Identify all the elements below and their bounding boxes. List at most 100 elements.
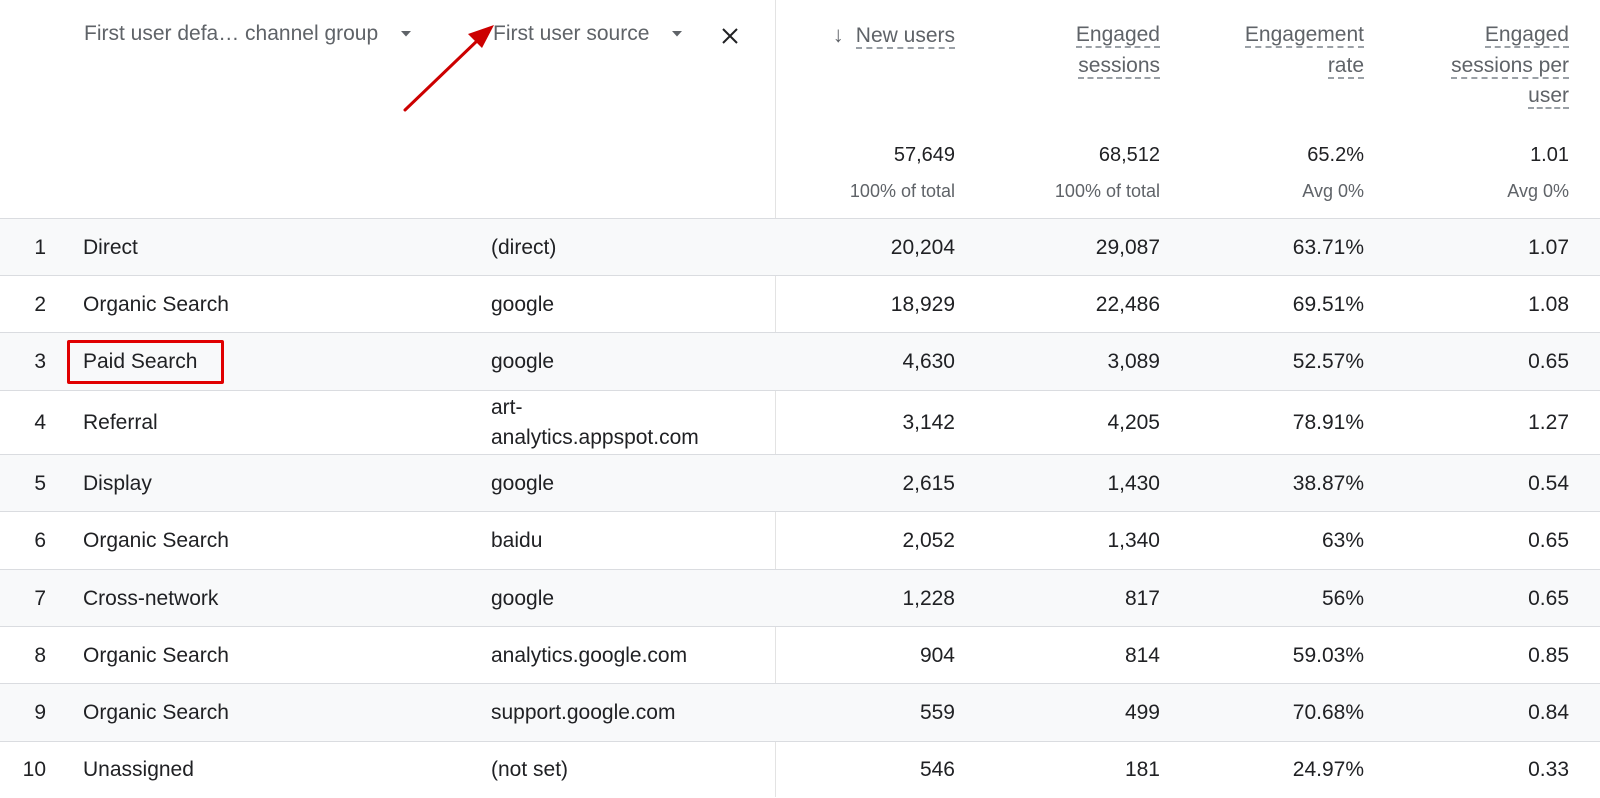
- secondary-dimension-selector[interactable]: First user source: [493, 22, 683, 46]
- source-cell: google: [491, 350, 555, 373]
- table-row[interactable]: 6 Organic Search baidu 2,052 1,340 63% 0.65: [0, 511, 1600, 570]
- metric-value-cell: 2,052: [902, 529, 955, 552]
- source-cell: art-analytics.appspot.com: [491, 391, 761, 455]
- metric-value-cell: 38.87%: [1292, 471, 1364, 495]
- metric-value-cell: 1.08: [1528, 292, 1569, 316]
- row-index: 9: [34, 701, 46, 724]
- dropdown-arrow-icon: [672, 31, 683, 37]
- source-cell: google: [491, 471, 555, 495]
- metric-total-subtext: 100% of total: [849, 181, 955, 201]
- metric-value-cell: 63.71%: [1292, 235, 1364, 259]
- metric-header-text: user: [1528, 84, 1569, 109]
- row-index: 1: [34, 235, 46, 259]
- primary-dimension-selector[interactable]: First user defa… channel group: [84, 22, 412, 46]
- metric-value-cell: 24.97%: [1292, 758, 1364, 781]
- metric-total: 65.2%: [1307, 144, 1364, 166]
- metric-header-line: Engaged: [1379, 20, 1569, 51]
- metric-value-cell: 69.51%: [1292, 292, 1364, 316]
- table-row[interactable]: 7 Cross-network google 1,228 817 56% 0.65: [0, 569, 1600, 627]
- metric-value-cell: 814: [1124, 643, 1160, 667]
- metric-value-cell: 0.54: [1528, 471, 1569, 495]
- channel-group-cell: Organic Search: [83, 643, 229, 667]
- row-index: 4: [34, 411, 46, 434]
- sort-descending-icon[interactable]: ↓: [833, 22, 844, 47]
- metric-value-cell: 0.33: [1528, 758, 1569, 781]
- metric-value-cell: 0.65: [1528, 350, 1569, 373]
- metric-value-cell: 0.84: [1528, 701, 1569, 724]
- metric-value-cell: 0.85: [1528, 643, 1569, 667]
- table-row[interactable]: 1 Direct (direct) 20,204 29,087 63.71% 1.07: [0, 218, 1600, 276]
- metric-value-cell: 70.68%: [1292, 701, 1364, 724]
- row-index: 7: [34, 586, 46, 610]
- source-cell: (not set): [491, 758, 569, 781]
- red-arrow-annotation: [403, 25, 494, 112]
- metric-header-line: Engagement: [1174, 20, 1364, 51]
- table-row[interactable]: 5 Display google 2,615 1,430 38.87% 0.54: [0, 454, 1600, 512]
- metric-header-0[interactable]: ↓ New users: [765, 20, 955, 52]
- channel-group-cell: Direct: [83, 235, 138, 259]
- metric-total-subtext: 100% of total: [1054, 181, 1160, 201]
- metric-value-cell: 78.91%: [1292, 411, 1364, 434]
- metric-header-3[interactable]: Engaged sessions per user: [1379, 20, 1569, 112]
- metric-total: 1.01: [1530, 144, 1569, 166]
- metric-header-text: rate: [1327, 53, 1364, 79]
- channel-group-cell: Organic Search: [83, 701, 229, 724]
- metric-header-line: sessions: [970, 51, 1160, 82]
- metric-value-cell: 3,142: [902, 411, 955, 434]
- metric-total-subtext: Avg 0%: [1302, 181, 1364, 201]
- metric-total-subtext: Avg 0%: [1507, 181, 1569, 201]
- metric-value-cell: 29,087: [1095, 235, 1160, 259]
- table-row[interactable]: 3 Paid Search google 4,630 3,089 52.57% 0.65: [0, 332, 1600, 391]
- metric-header-text: Engaged: [1075, 23, 1160, 48]
- report-table: First user defa… channel group First use…: [0, 0, 1600, 797]
- metric-value-cell: 63%: [1321, 529, 1364, 552]
- table-row[interactable]: 8 Organic Search analytics.google.com 904 81…: [0, 626, 1600, 684]
- row-index: 10: [22, 758, 46, 781]
- channel-group-cell: Referral: [83, 411, 158, 434]
- metric-header-text: sessions: [1078, 53, 1160, 79]
- secondary-dimension-label: First user source: [493, 22, 650, 45]
- row-index: 8: [34, 643, 46, 667]
- metric-value-cell: 56%: [1321, 586, 1364, 610]
- metric-value-cell: 59.03%: [1292, 643, 1364, 667]
- metric-total: 68,512: [1098, 144, 1160, 166]
- metric-value-cell: 559: [919, 701, 955, 724]
- table-row[interactable]: 4 Referral art-analytics.appspot.com 3,142 4…: [0, 390, 1600, 455]
- table-row[interactable]: 10 Unassigned (not set) 546 181 24.97% 0.33: [0, 741, 1600, 798]
- metric-value-cell: 817: [1124, 586, 1160, 610]
- table-row[interactable]: 9 Organic Search support.google.com 559 499 7…: [0, 683, 1600, 742]
- metric-value-cell: 0.65: [1528, 529, 1569, 552]
- source-cell: google: [491, 586, 555, 610]
- metric-value-cell: 1,228: [902, 586, 955, 610]
- metric-value-cell: 4,630: [902, 350, 955, 373]
- metric-value-cell: 499: [1124, 701, 1160, 724]
- remove-secondary-dimension-close-icon[interactable]: [718, 24, 742, 48]
- highlight-box-annotation: [67, 340, 224, 384]
- table-row[interactable]: 2 Organic Search google 18,929 22,486 69.51% 1…: [0, 275, 1600, 333]
- metric-value-cell: 20,204: [890, 235, 955, 259]
- metric-header-line: ↓ New users: [765, 20, 955, 52]
- metric-header-text: sessions per: [1451, 53, 1569, 79]
- metric-header-text: New users: [855, 24, 955, 49]
- metric-header-2[interactable]: Engagement rate: [1174, 20, 1364, 81]
- metric-value-cell: 3,089: [1107, 350, 1160, 373]
- metric-value-cell: 0.65: [1528, 586, 1569, 610]
- channel-group-cell: Display: [83, 471, 152, 495]
- metric-total: 57,649: [893, 144, 955, 166]
- metric-value-cell: 52.57%: [1292, 350, 1364, 373]
- source-cell-line: analytics.appspot.com: [491, 426, 699, 449]
- metric-value-cell: 2,615: [902, 471, 955, 495]
- row-index: 5: [34, 471, 46, 495]
- source-cell: google: [491, 292, 555, 316]
- metric-value-cell: 18,929: [890, 292, 955, 316]
- channel-group-cell: Organic Search: [83, 529, 229, 552]
- metric-header-1[interactable]: Engaged sessions: [970, 20, 1160, 81]
- source-cell: baidu: [491, 529, 543, 552]
- metric-value-cell: 1,430: [1107, 471, 1160, 495]
- source-cell-line: art-: [491, 396, 523, 419]
- channel-group-cell: Organic Search: [83, 292, 229, 316]
- metric-header-text: Engaged: [1484, 23, 1569, 48]
- metric-value-cell: 1,340: [1107, 529, 1160, 552]
- metric-value-cell: 1.07: [1528, 235, 1569, 259]
- metric-header-line: rate: [1174, 51, 1364, 82]
